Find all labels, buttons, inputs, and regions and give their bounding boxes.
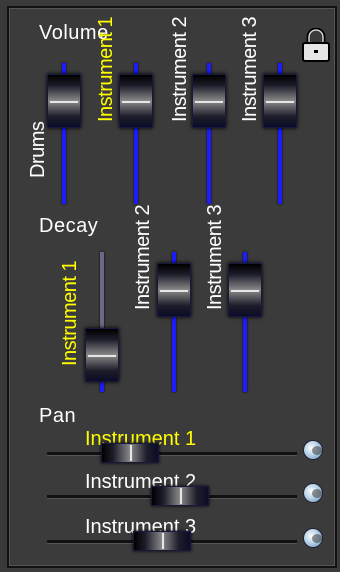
- decay-label-instrument-1: Instrument 1: [59, 260, 81, 366]
- reset-pan-icon[interactable]: [303, 483, 323, 503]
- reset-pan-icon[interactable]: [303, 440, 323, 460]
- decay-label-instrument-2: Instrument 2: [132, 204, 154, 310]
- decay-fader-instrument-2[interactable]: [157, 263, 191, 318]
- pan-slider-instrument-3[interactable]: [133, 531, 192, 551]
- pan-slider-instrument-1[interactable]: [100, 443, 159, 463]
- reset-pan-icon[interactable]: [303, 528, 323, 548]
- volume-fader-instrument-3[interactable]: [263, 74, 297, 129]
- decay-title: Decay: [39, 215, 99, 237]
- volume-fader-instrument-1[interactable]: [119, 74, 153, 129]
- volume-fader-drums[interactable]: [47, 74, 81, 129]
- decay-fader-instrument-1[interactable]: [85, 327, 119, 382]
- pan-title: Pan: [39, 405, 77, 427]
- pan-slider-instrument-2[interactable]: [150, 486, 209, 506]
- decay-fader-instrument-3[interactable]: [228, 263, 262, 318]
- volume-fader-instrument-2[interactable]: [192, 74, 226, 129]
- mixer-panel: Volume Drums Instrument 1 Instrument 2 Inst…: [7, 6, 337, 568]
- decay-label-instrument-3: Instrument 3: [204, 204, 226, 310]
- lock-icon[interactable]: [301, 27, 331, 62]
- volume-label-drums: Drums: [27, 121, 49, 178]
- volume-label-instrument-1: Instrument 1: [95, 16, 117, 122]
- volume-label-instrument-2: Instrument 2: [169, 16, 191, 122]
- volume-label-instrument-3: Instrument 3: [239, 16, 261, 122]
- pan-track-instrument-1[interactable]: [47, 452, 297, 455]
